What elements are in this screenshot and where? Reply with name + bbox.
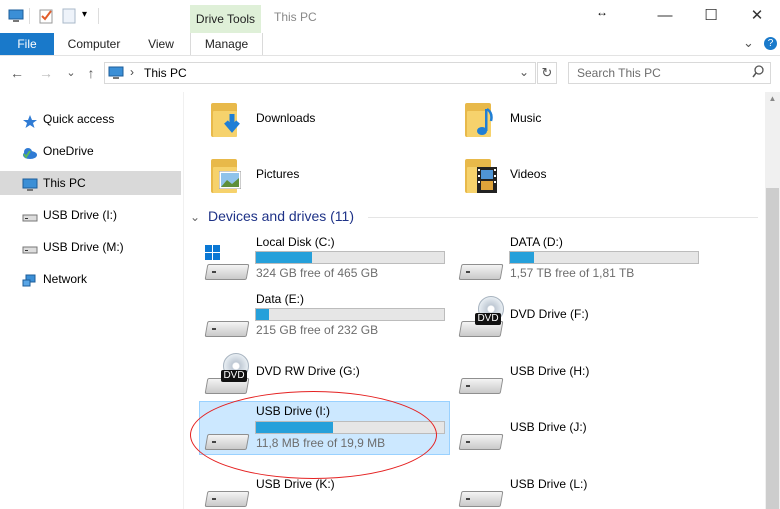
sidebar-item-label: OneDrive (43, 144, 94, 158)
resize-cursor-icon: ↔ (596, 5, 608, 19)
dvd-badge: DVD (221, 370, 247, 382)
music-folder-icon[interactable] (465, 101, 493, 137)
customize-qat-icon[interactable]: ▾ (82, 9, 87, 20)
drive-label[interactable]: USB Drive (K:) (256, 477, 335, 491)
recent-locations-button[interactable]: ⌄ (62, 64, 80, 82)
network-icon (22, 272, 38, 287)
drive-free-space: 324 GB free of 465 GB (256, 266, 379, 280)
address-bar[interactable]: › This PC ⌄ (104, 62, 536, 84)
window-title: This PC (274, 10, 317, 24)
usb-drive-icon (22, 208, 38, 222)
chevron-down-icon[interactable]: ⌄ (190, 210, 200, 224)
pane-divider[interactable] (183, 92, 184, 509)
hard-drive-icon[interactable] (204, 313, 250, 337)
usb-drive-icon[interactable] (458, 426, 504, 450)
drive-label[interactable]: DATA (D:) (510, 235, 563, 249)
computer-icon[interactable] (8, 8, 24, 24)
drive-usage-bar (255, 251, 445, 264)
hard-drive-icon[interactable] (458, 256, 504, 280)
drive-label[interactable]: DVD RW Drive (G:) (256, 364, 360, 378)
section-divider (368, 217, 758, 218)
devices-section-header[interactable]: ⌄ Devices and drives (11) (190, 208, 354, 224)
new-folder-icon[interactable] (61, 8, 77, 24)
refresh-button[interactable]: ↻ (537, 62, 557, 84)
drive-label[interactable]: Local Disk (C:) (256, 235, 335, 249)
tab-manage[interactable]: Manage (190, 33, 263, 55)
toolbar-divider (29, 8, 30, 24)
pictures-folder-icon[interactable] (211, 157, 241, 193)
folder-label[interactable]: Pictures (256, 167, 299, 181)
address-dropdown-icon[interactable]: ⌄ (519, 65, 529, 79)
folder-label[interactable]: Videos (510, 167, 546, 181)
help-icon[interactable]: ? (764, 37, 777, 50)
close-button[interactable]: ✕ (734, 4, 780, 28)
tab-view[interactable]: View (138, 33, 184, 55)
drive-label[interactable]: DVD Drive (F:) (510, 307, 589, 321)
search-icon (752, 65, 764, 82)
forward-button[interactable]: → (37, 64, 55, 82)
contextual-tab-drive-tools: Drive Tools (190, 5, 261, 33)
sidebar-item-label: USB Drive (M:) (43, 240, 124, 254)
sidebar-item-label: USB Drive (I:) (43, 208, 118, 222)
computer-icon (108, 66, 124, 79)
computer-icon (22, 176, 38, 191)
usb-drive-icon[interactable] (204, 483, 250, 507)
sidebar-item-label: This PC (43, 176, 86, 190)
annotation-circle (190, 391, 437, 479)
sidebar-item-this-pc[interactable]: This PC (0, 171, 181, 195)
tab-file[interactable]: File (0, 33, 54, 55)
section-title: Devices and drives (11) (207, 208, 354, 224)
sidebar-item-quick-access[interactable]: Quick access (0, 107, 181, 131)
usb-drive-icon[interactable] (458, 483, 504, 507)
windows-logo-icon (205, 245, 221, 261)
folder-label[interactable]: Music (510, 111, 541, 125)
usb-drive-icon[interactable] (458, 370, 504, 394)
folder-label[interactable]: Downloads (256, 111, 315, 125)
search-placeholder: Search This PC (577, 66, 661, 80)
drive-label[interactable]: Data (E:) (256, 292, 304, 306)
star-icon (22, 112, 38, 128)
usb-drive-icon (22, 240, 38, 254)
sidebar-item-onedrive[interactable]: OneDrive (0, 139, 181, 163)
minimize-button[interactable]: — (642, 4, 688, 28)
dvd-badge: DVD (475, 313, 501, 325)
breadcrumb-separator[interactable]: › (130, 65, 134, 79)
maximize-button[interactable]: ☐ (688, 4, 734, 28)
sidebar-item-network[interactable]: Network (0, 267, 181, 291)
sidebar-item-usb-drive-m[interactable]: USB Drive (M:) (0, 235, 181, 259)
up-button[interactable]: ↑ (82, 64, 100, 82)
scrollbar-thumb[interactable] (766, 188, 779, 509)
drive-label[interactable]: USB Drive (J:) (510, 420, 587, 434)
toolbar-divider (98, 8, 99, 24)
search-input[interactable]: Search This PC (568, 62, 771, 84)
tab-computer[interactable]: Computer (60, 33, 128, 55)
drive-free-space: 1,57 TB free of 1,81 TB (510, 266, 635, 280)
properties-icon[interactable] (38, 8, 54, 24)
videos-folder-icon[interactable] (465, 157, 497, 193)
downloads-folder-icon[interactable] (211, 101, 240, 137)
sidebar-item-label: Network (43, 272, 88, 286)
drive-usage-bar (255, 308, 445, 321)
cloud-icon (22, 144, 38, 159)
collapse-ribbon-icon[interactable]: ⌄ (743, 35, 754, 51)
back-button[interactable]: ← (8, 64, 26, 82)
scroll-up-arrow-icon[interactable]: ▲ (765, 92, 780, 106)
breadcrumb-this-pc[interactable]: This PC (144, 66, 187, 80)
drive-usage-bar (509, 251, 699, 264)
drive-free-space: 215 GB free of 232 GB (256, 323, 379, 337)
sidebar-item-usb-drive-i[interactable]: USB Drive (I:) (0, 203, 181, 227)
drive-label[interactable]: USB Drive (L:) (510, 477, 587, 491)
sidebar-item-label: Quick access (43, 112, 115, 126)
drive-label[interactable]: USB Drive (H:) (510, 364, 589, 378)
